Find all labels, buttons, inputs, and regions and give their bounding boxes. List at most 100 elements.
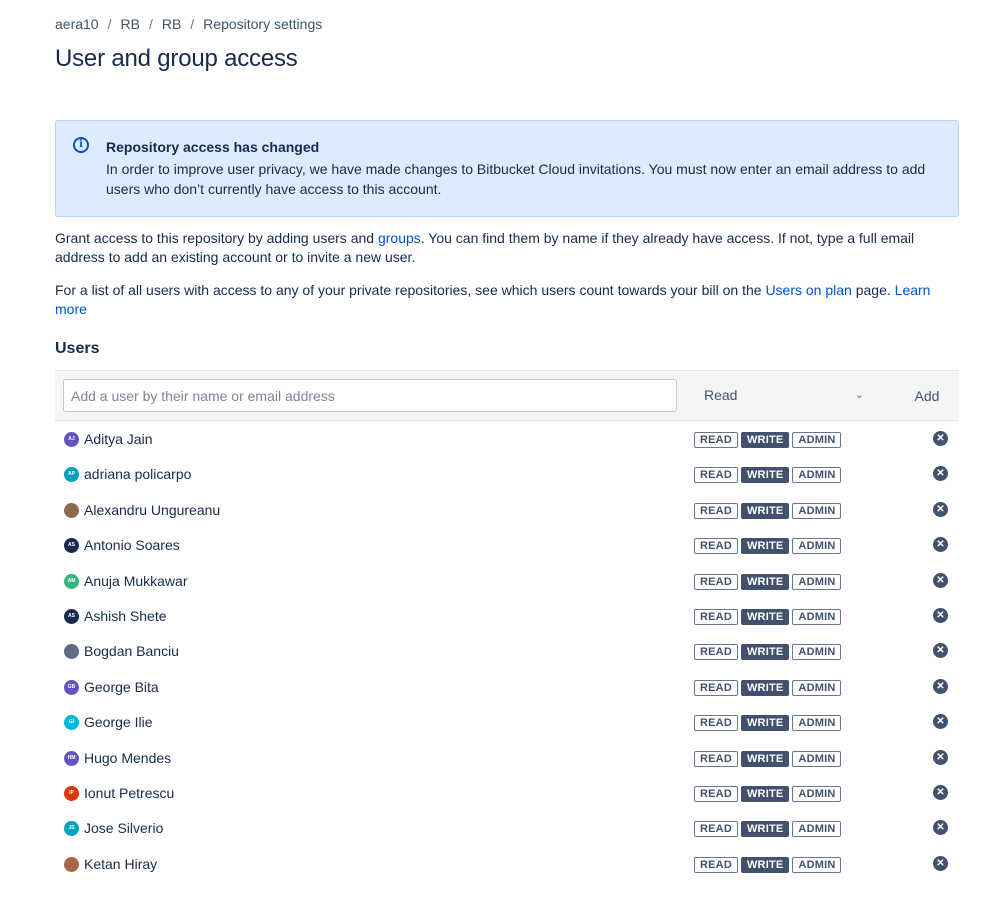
- permission-admin-button[interactable]: ADMIN: [792, 679, 842, 696]
- permission-write-button[interactable]: WRITE: [740, 502, 790, 519]
- permission-read-button[interactable]: READ: [694, 785, 738, 802]
- permission-toggle-group: READ WRITE ADMIN: [694, 679, 842, 696]
- permission-toggle-group: READ WRITE ADMIN: [694, 785, 842, 802]
- remove-user-icon[interactable]: ✕: [933, 572, 948, 588]
- avatar: AM: [64, 573, 79, 589]
- permission-admin-button[interactable]: ADMIN: [792, 502, 842, 519]
- permission-write-button[interactable]: WRITE: [740, 573, 790, 590]
- permission-toggle-group: READ WRITE ADMIN: [694, 821, 842, 838]
- intro-paragraph: Grant access to this repository by addin…: [55, 229, 955, 267]
- permission-admin-button[interactable]: ADMIN: [792, 821, 842, 838]
- permission-read-button[interactable]: READ: [694, 750, 738, 767]
- add-user-button[interactable]: Add: [903, 379, 951, 412]
- remove-user-icon[interactable]: ✕: [933, 466, 948, 482]
- permission-admin-button[interactable]: ADMIN: [792, 573, 842, 590]
- user-list: AJ Aditya Jain READ WRITE ADMIN ✕ AP adriana po…: [55, 422, 959, 882]
- permission-read-button[interactable]: READ: [694, 608, 738, 625]
- permission-admin-button[interactable]: ADMIN: [792, 715, 842, 732]
- permission-toggle-group: READ WRITE ADMIN: [694, 608, 842, 625]
- breadcrumb-repository[interactable]: RB: [162, 16, 181, 32]
- permission-admin-button[interactable]: ADMIN: [792, 856, 842, 873]
- add-user-input[interactable]: [63, 379, 677, 412]
- avatar: [64, 856, 79, 872]
- permission-read-button[interactable]: READ: [694, 432, 738, 448]
- avatar: JS: [64, 821, 79, 837]
- billing-paragraph: For a list of all users with access to a…: [55, 281, 955, 319]
- user-name: adriana policarpo: [84, 466, 192, 483]
- permission-admin-button[interactable]: ADMIN: [792, 467, 842, 484]
- breadcrumb-settings[interactable]: Repository settings: [203, 16, 322, 32]
- breadcrumb-separator: /: [107, 16, 112, 32]
- permission-read-button[interactable]: READ: [694, 573, 738, 590]
- user-name: Bogdan Banciu: [84, 643, 179, 660]
- user-row: HM Hugo Mendes READ WRITE ADMIN ✕: [55, 741, 959, 776]
- permission-admin-button[interactable]: ADMIN: [792, 785, 842, 802]
- permission-read-button[interactable]: READ: [694, 715, 738, 732]
- permission-read-button[interactable]: READ: [694, 856, 738, 873]
- remove-user-icon[interactable]: ✕: [933, 749, 948, 765]
- permission-write-button[interactable]: WRITE: [740, 785, 790, 802]
- permission-toggle-group: READ WRITE ADMIN: [694, 502, 842, 519]
- permission-admin-button[interactable]: ADMIN: [792, 644, 842, 661]
- billing-text: For a list of all users with access to a…: [55, 282, 766, 298]
- permission-write-button[interactable]: WRITE: [740, 538, 790, 555]
- user-name: Antonio Soares: [84, 537, 180, 554]
- remove-user-icon[interactable]: ✕: [933, 501, 948, 517]
- user-name: Ketan Hiray: [84, 855, 158, 872]
- permission-toggle-group: READ WRITE ADMIN: [694, 573, 842, 590]
- groups-link[interactable]: groups: [378, 230, 421, 246]
- user-name: Anuja Mukkawar: [84, 572, 188, 589]
- permission-toggle-group: READ WRITE ADMIN: [694, 538, 842, 555]
- user-row: AJ Aditya Jain READ WRITE ADMIN ✕: [55, 422, 959, 457]
- remove-user-icon[interactable]: ✕: [933, 431, 948, 446]
- remove-user-icon[interactable]: ✕: [933, 855, 948, 871]
- permission-write-button[interactable]: WRITE: [740, 608, 790, 625]
- permission-admin-button[interactable]: ADMIN: [792, 432, 842, 448]
- permission-admin-button[interactable]: ADMIN: [792, 750, 842, 767]
- permission-read-button[interactable]: READ: [694, 679, 738, 696]
- permission-read-button[interactable]: READ: [694, 821, 738, 838]
- user-name: George Bita: [84, 678, 159, 695]
- permission-toggle-group: READ WRITE ADMIN: [694, 644, 842, 661]
- chevron-down-icon: ⌄: [854, 389, 864, 401]
- remove-user-icon[interactable]: ✕: [933, 678, 948, 694]
- permission-admin-button[interactable]: ADMIN: [792, 538, 842, 555]
- notice-title: Repository access has changed: [106, 139, 320, 155]
- remove-user-icon[interactable]: ✕: [933, 714, 948, 730]
- permission-write-button[interactable]: WRITE: [740, 467, 790, 484]
- user-row: AP adriana policarpo READ WRITE ADMIN ✕: [55, 457, 959, 492]
- permission-read-button[interactable]: READ: [694, 644, 738, 661]
- remove-user-icon[interactable]: ✕: [933, 643, 948, 659]
- permission-write-button[interactable]: WRITE: [740, 856, 790, 873]
- remove-user-icon[interactable]: ✕: [933, 537, 948, 553]
- permission-write-button[interactable]: WRITE: [740, 679, 790, 696]
- remove-user-icon[interactable]: ✕: [933, 820, 948, 836]
- user-name: Hugo Mendes: [84, 749, 172, 766]
- permission-read-button[interactable]: READ: [694, 467, 738, 484]
- permission-write-button[interactable]: WRITE: [740, 750, 790, 767]
- breadcrumb-workspace[interactable]: aera10: [55, 16, 99, 32]
- breadcrumb-separator: /: [148, 16, 153, 32]
- access-changed-notice: i Repository access has changed In order…: [55, 120, 959, 217]
- permission-admin-button[interactable]: ADMIN: [792, 608, 842, 625]
- avatar: [64, 502, 79, 518]
- permission-write-button[interactable]: WRITE: [740, 432, 790, 448]
- breadcrumb-project[interactable]: RB: [120, 16, 139, 32]
- avatar: AS: [64, 538, 79, 554]
- avatar: GB: [64, 679, 79, 695]
- user-row: Bogdan Banciu READ WRITE ADMIN ✕: [55, 634, 959, 669]
- permission-read-button[interactable]: READ: [694, 502, 738, 519]
- user-name: Jose Silverio: [84, 820, 164, 837]
- remove-user-icon[interactable]: ✕: [933, 784, 948, 800]
- permission-write-button[interactable]: WRITE: [740, 821, 790, 838]
- users-on-plan-link[interactable]: Users on plan: [765, 282, 851, 298]
- permission-toggle-group: READ WRITE ADMIN: [694, 467, 842, 484]
- remove-user-icon[interactable]: ✕: [933, 607, 948, 623]
- permission-select[interactable]: Read ⌄: [692, 379, 872, 412]
- user-row: IP Ionut Petrescu READ WRITE ADMIN ✕: [55, 776, 959, 811]
- permission-write-button[interactable]: WRITE: [740, 644, 790, 661]
- permission-read-button[interactable]: READ: [694, 538, 738, 555]
- user-row: GI George Ilie READ WRITE ADMIN ✕: [55, 705, 959, 740]
- permission-write-button[interactable]: WRITE: [740, 715, 790, 732]
- permission-toggle-group: READ WRITE ADMIN: [694, 432, 842, 448]
